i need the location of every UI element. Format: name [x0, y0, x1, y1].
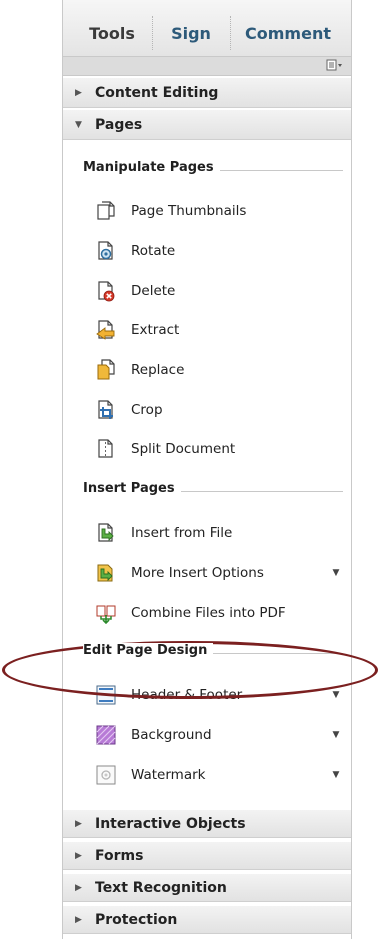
item-insert-from-file[interactable]: Insert from File	[93, 519, 343, 547]
item-label: Delete	[131, 283, 176, 299]
extract-icon	[95, 319, 117, 341]
group-title-label: Manipulate Pages	[83, 160, 220, 175]
background-icon	[95, 724, 117, 746]
group-manipulate-pages: Manipulate Pages	[83, 160, 343, 182]
item-background[interactable]: Background ▼	[93, 721, 343, 749]
item-combine-files[interactable]: Combine Files into PDF	[93, 599, 343, 627]
split-document-icon	[95, 438, 117, 460]
item-label: Replace	[131, 362, 185, 378]
section-label: Pages	[95, 117, 143, 133]
section-protection[interactable]: ▶ Protection	[63, 905, 351, 934]
item-crop[interactable]: Crop	[93, 396, 343, 424]
section-pages[interactable]: ▼ Pages	[63, 109, 351, 140]
watermark-icon	[95, 764, 117, 786]
chevron-down-icon[interactable]: ▼	[329, 761, 343, 789]
chevron-down-icon[interactable]: ▼	[329, 559, 343, 587]
tab-divider	[152, 16, 153, 50]
section-label: Forms	[95, 848, 144, 864]
panel-options-bar	[63, 57, 351, 76]
section-text-recognition[interactable]: ▶ Text Recognition	[63, 873, 351, 902]
combine-files-icon	[95, 602, 117, 625]
tab-bar: Tools Sign Comment	[63, 0, 351, 57]
item-label: Header & Footer	[131, 687, 243, 703]
tab-comment[interactable]: Comment	[233, 20, 343, 48]
item-label: Watermark	[131, 767, 206, 783]
delete-icon	[95, 280, 117, 302]
crop-icon	[95, 399, 117, 421]
item-header-footer[interactable]: Header & Footer ▼	[93, 681, 343, 709]
chevron-right-icon: ▶	[75, 819, 82, 829]
section-content-editing[interactable]: ▶ Content Editing	[63, 77, 351, 108]
item-label: Crop	[131, 402, 163, 418]
section-forms[interactable]: ▶ Forms	[63, 841, 351, 870]
item-more-insert-options[interactable]: More Insert Options ▼	[93, 559, 343, 587]
chevron-right-icon: ▶	[75, 851, 82, 861]
item-extract[interactable]: Extract	[93, 316, 343, 344]
item-rotate[interactable]: Rotate	[93, 237, 343, 265]
section-label: Content Editing	[95, 85, 219, 101]
group-title-label: Insert Pages	[83, 481, 181, 496]
item-label: Extract	[131, 322, 180, 338]
item-label: Combine Files into PDF	[131, 605, 286, 621]
page-thumbnails-icon	[95, 200, 117, 222]
tab-tools[interactable]: Tools	[75, 20, 149, 48]
item-delete[interactable]: Delete	[93, 277, 343, 305]
item-label: Background	[131, 727, 212, 743]
tab-divider	[230, 16, 231, 50]
section-interactive-objects[interactable]: ▶ Interactive Objects	[63, 809, 351, 838]
group-insert-pages: Insert Pages	[83, 481, 343, 503]
section-label: Interactive Objects	[95, 816, 246, 832]
item-replace[interactable]: Replace	[93, 356, 343, 384]
header-footer-icon	[95, 684, 117, 706]
chevron-right-icon: ▶	[75, 883, 82, 893]
item-page-thumbnails[interactable]: Page Thumbnails	[93, 197, 343, 225]
group-title-label: Edit Page Design	[83, 643, 214, 658]
item-watermark[interactable]: Watermark ▼	[93, 761, 343, 789]
chevron-right-icon: ▶	[75, 88, 82, 98]
replace-icon	[95, 359, 117, 381]
item-label: More Insert Options	[131, 565, 264, 581]
rotate-icon	[95, 240, 117, 262]
item-label: Insert from File	[131, 525, 233, 541]
insert-from-file-icon	[95, 522, 117, 544]
section-label: Text Recognition	[95, 880, 227, 896]
item-split-document[interactable]: Split Document	[93, 435, 343, 463]
item-label: Split Document	[131, 441, 236, 457]
chevron-right-icon: ▶	[75, 915, 82, 925]
item-label: Page Thumbnails	[131, 203, 247, 219]
tools-panel: Tools Sign Comment ▶ Content Editing ▼ P…	[62, 0, 352, 939]
chevron-down-icon[interactable]: ▼	[329, 681, 343, 709]
panel-options-icon[interactable]	[325, 59, 345, 72]
tab-sign[interactable]: Sign	[156, 20, 226, 48]
more-insert-options-icon	[95, 562, 117, 584]
item-label: Rotate	[131, 243, 176, 259]
chevron-down-icon[interactable]: ▼	[329, 721, 343, 749]
section-label: Protection	[95, 912, 178, 928]
chevron-down-icon: ▼	[75, 120, 82, 130]
group-edit-page-design: Edit Page Design	[83, 643, 343, 665]
